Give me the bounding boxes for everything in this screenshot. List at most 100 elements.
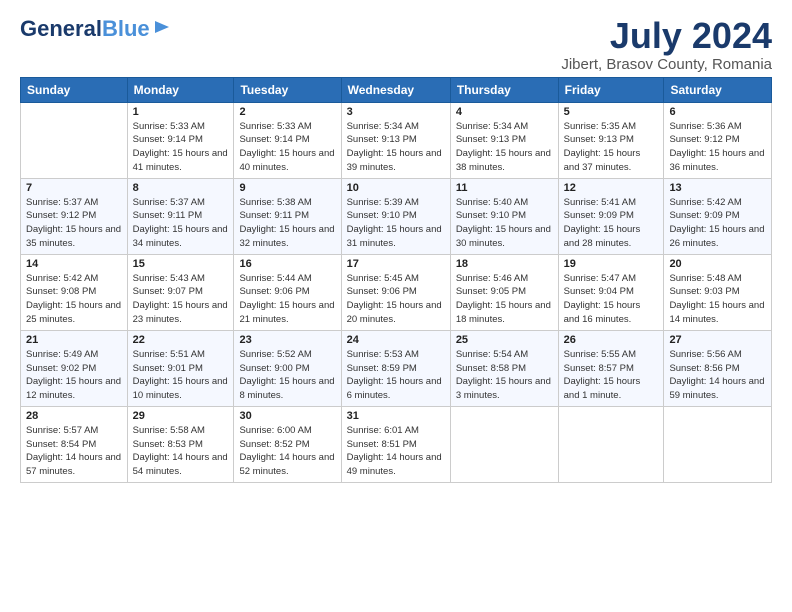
calendar-cell: 4 Sunrise: 5:34 AM Sunset: 9:13 PM Daylig… <box>450 102 558 178</box>
day-info: Sunrise: 5:36 AM Sunset: 9:12 PM Dayligh… <box>669 120 766 175</box>
calendar-cell: 28 Sunrise: 5:57 AM Sunset: 8:54 PM Dayli… <box>21 406 128 482</box>
day-number: 11 <box>456 182 553 194</box>
day-number: 17 <box>347 258 445 270</box>
day-number: 2 <box>239 106 335 118</box>
day-info: Sunrise: 5:52 AM Sunset: 9:00 PM Dayligh… <box>239 348 335 403</box>
day-number: 24 <box>347 334 445 346</box>
day-info: Sunrise: 5:33 AM Sunset: 9:14 PM Dayligh… <box>239 120 335 175</box>
day-info: Sunrise: 5:57 AM Sunset: 8:54 PM Dayligh… <box>26 424 122 479</box>
day-info: Sunrise: 6:01 AM Sunset: 8:51 PM Dayligh… <box>347 424 445 479</box>
day-info: Sunrise: 5:49 AM Sunset: 9:02 PM Dayligh… <box>26 348 122 403</box>
logo-general: GeneralBlue <box>20 18 150 40</box>
day-info: Sunrise: 5:45 AM Sunset: 9:06 PM Dayligh… <box>347 272 445 327</box>
calendar-cell: 13 Sunrise: 5:42 AM Sunset: 9:09 PM Dayli… <box>664 178 772 254</box>
week-row-4: 28 Sunrise: 5:57 AM Sunset: 8:54 PM Dayli… <box>21 406 772 482</box>
calendar-cell: 1 Sunrise: 5:33 AM Sunset: 9:14 PM Daylig… <box>127 102 234 178</box>
calendar-cell: 31 Sunrise: 6:01 AM Sunset: 8:51 PM Dayli… <box>341 406 450 482</box>
calendar-cell: 22Sunrise: 5:51 AM Sunset: 9:01 PM Dayli… <box>127 330 234 406</box>
calendar-table: Sunday Monday Tuesday Wednesday Thursday… <box>20 77 772 483</box>
day-number: 1 <box>133 106 229 118</box>
calendar-cell: 24 Sunrise: 5:53 AM Sunset: 8:59 PM Dayli… <box>341 330 450 406</box>
day-info: Sunrise: 5:34 AM Sunset: 9:13 PM Dayligh… <box>347 120 445 175</box>
calendar-cell: 20Sunrise: 5:48 AM Sunset: 9:03 PM Dayli… <box>664 254 772 330</box>
calendar-cell <box>450 406 558 482</box>
week-row-2: 14Sunrise: 5:42 AM Sunset: 9:08 PM Dayli… <box>21 254 772 330</box>
day-info: Sunrise: 5:44 AM Sunset: 9:06 PM Dayligh… <box>239 272 335 327</box>
day-number: 28 <box>26 410 122 422</box>
day-info: Sunrise: 5:46 AM Sunset: 9:05 PM Dayligh… <box>456 272 553 327</box>
day-info: Sunrise: 6:00 AM Sunset: 8:52 PM Dayligh… <box>239 424 335 479</box>
day-info: Sunrise: 5:35 AM Sunset: 9:13 PM Dayligh… <box>564 120 659 175</box>
day-number: 8 <box>133 182 229 194</box>
calendar-cell: 25 Sunrise: 5:54 AM Sunset: 8:58 PM Dayli… <box>450 330 558 406</box>
weekday-header-row: Sunday Monday Tuesday Wednesday Thursday… <box>21 77 772 102</box>
day-info: Sunrise: 5:42 AM Sunset: 9:08 PM Dayligh… <box>26 272 122 327</box>
day-info: Sunrise: 5:43 AM Sunset: 9:07 PM Dayligh… <box>133 272 229 327</box>
day-info: Sunrise: 5:51 AM Sunset: 9:01 PM Dayligh… <box>133 348 229 403</box>
calendar-cell: 29Sunrise: 5:58 AM Sunset: 8:53 PM Dayli… <box>127 406 234 482</box>
logo: GeneralBlue <box>20 16 171 41</box>
calendar-cell: 26 Sunrise: 5:55 AM Sunset: 8:57 PM Dayli… <box>558 330 664 406</box>
day-info: Sunrise: 5:39 AM Sunset: 9:10 PM Dayligh… <box>347 196 445 251</box>
day-info: Sunrise: 5:47 AM Sunset: 9:04 PM Dayligh… <box>564 272 659 327</box>
location: Jibert, Brasov County, Romania <box>561 56 772 73</box>
day-info: Sunrise: 5:37 AM Sunset: 9:12 PM Dayligh… <box>26 196 122 251</box>
day-number: 19 <box>564 258 659 270</box>
day-info: Sunrise: 5:41 AM Sunset: 9:09 PM Dayligh… <box>564 196 659 251</box>
calendar-cell: 3 Sunrise: 5:34 AM Sunset: 9:13 PM Daylig… <box>341 102 450 178</box>
page: GeneralBlue July 2024 Jibert, Brasov Cou… <box>0 0 792 493</box>
header-saturday: Saturday <box>664 77 772 102</box>
day-number: 9 <box>239 182 335 194</box>
day-info: Sunrise: 5:38 AM Sunset: 9:11 PM Dayligh… <box>239 196 335 251</box>
week-row-3: 21 Sunrise: 5:49 AM Sunset: 9:02 PM Dayli… <box>21 330 772 406</box>
day-info: Sunrise: 5:33 AM Sunset: 9:14 PM Dayligh… <box>133 120 229 175</box>
calendar-cell <box>21 102 128 178</box>
day-number: 26 <box>564 334 659 346</box>
day-number: 5 <box>564 106 659 118</box>
day-number: 29 <box>133 410 229 422</box>
calendar-cell: 27Sunrise: 5:56 AM Sunset: 8:56 PM Dayli… <box>664 330 772 406</box>
day-number: 16 <box>239 258 335 270</box>
calendar-cell: 8 Sunrise: 5:37 AM Sunset: 9:11 PM Daylig… <box>127 178 234 254</box>
day-info: Sunrise: 5:37 AM Sunset: 9:11 PM Dayligh… <box>133 196 229 251</box>
day-number: 10 <box>347 182 445 194</box>
day-info: Sunrise: 5:55 AM Sunset: 8:57 PM Dayligh… <box>564 348 659 403</box>
day-number: 3 <box>347 106 445 118</box>
day-number: 12 <box>564 182 659 194</box>
calendar-cell: 2 Sunrise: 5:33 AM Sunset: 9:14 PM Daylig… <box>234 102 341 178</box>
calendar-cell: 18 Sunrise: 5:46 AM Sunset: 9:05 PM Dayli… <box>450 254 558 330</box>
header-wednesday: Wednesday <box>341 77 450 102</box>
header-sunday: Sunday <box>21 77 128 102</box>
day-number: 18 <box>456 258 553 270</box>
day-info: Sunrise: 5:54 AM Sunset: 8:58 PM Dayligh… <box>456 348 553 403</box>
calendar-cell: 7 Sunrise: 5:37 AM Sunset: 9:12 PM Daylig… <box>21 178 128 254</box>
header: GeneralBlue July 2024 Jibert, Brasov Cou… <box>20 16 772 73</box>
day-info: Sunrise: 5:42 AM Sunset: 9:09 PM Dayligh… <box>669 196 766 251</box>
calendar-cell: 12 Sunrise: 5:41 AM Sunset: 9:09 PM Dayli… <box>558 178 664 254</box>
calendar-cell: 30Sunrise: 6:00 AM Sunset: 8:52 PM Dayli… <box>234 406 341 482</box>
day-info: Sunrise: 5:48 AM Sunset: 9:03 PM Dayligh… <box>669 272 766 327</box>
day-number: 7 <box>26 182 122 194</box>
day-number: 6 <box>669 106 766 118</box>
calendar-cell: 6 Sunrise: 5:36 AM Sunset: 9:12 PM Daylig… <box>664 102 772 178</box>
title-section: July 2024 Jibert, Brasov County, Romania <box>561 16 772 73</box>
day-number: 13 <box>669 182 766 194</box>
logo-blue: Blue <box>102 16 150 41</box>
calendar-cell: 16 Sunrise: 5:44 AM Sunset: 9:06 PM Dayli… <box>234 254 341 330</box>
day-number: 31 <box>347 410 445 422</box>
day-info: Sunrise: 5:34 AM Sunset: 9:13 PM Dayligh… <box>456 120 553 175</box>
header-tuesday: Tuesday <box>234 77 341 102</box>
header-thursday: Thursday <box>450 77 558 102</box>
day-number: 4 <box>456 106 553 118</box>
week-row-0: 1 Sunrise: 5:33 AM Sunset: 9:14 PM Daylig… <box>21 102 772 178</box>
month-title: July 2024 <box>561 16 772 56</box>
day-info: Sunrise: 5:53 AM Sunset: 8:59 PM Dayligh… <box>347 348 445 403</box>
day-number: 25 <box>456 334 553 346</box>
calendar-cell: 19 Sunrise: 5:47 AM Sunset: 9:04 PM Dayli… <box>558 254 664 330</box>
calendar-cell: 23Sunrise: 5:52 AM Sunset: 9:00 PM Dayli… <box>234 330 341 406</box>
day-number: 21 <box>26 334 122 346</box>
header-friday: Friday <box>558 77 664 102</box>
calendar-cell: 15Sunrise: 5:43 AM Sunset: 9:07 PM Dayli… <box>127 254 234 330</box>
day-number: 27 <box>669 334 766 346</box>
calendar-cell: 14Sunrise: 5:42 AM Sunset: 9:08 PM Dayli… <box>21 254 128 330</box>
